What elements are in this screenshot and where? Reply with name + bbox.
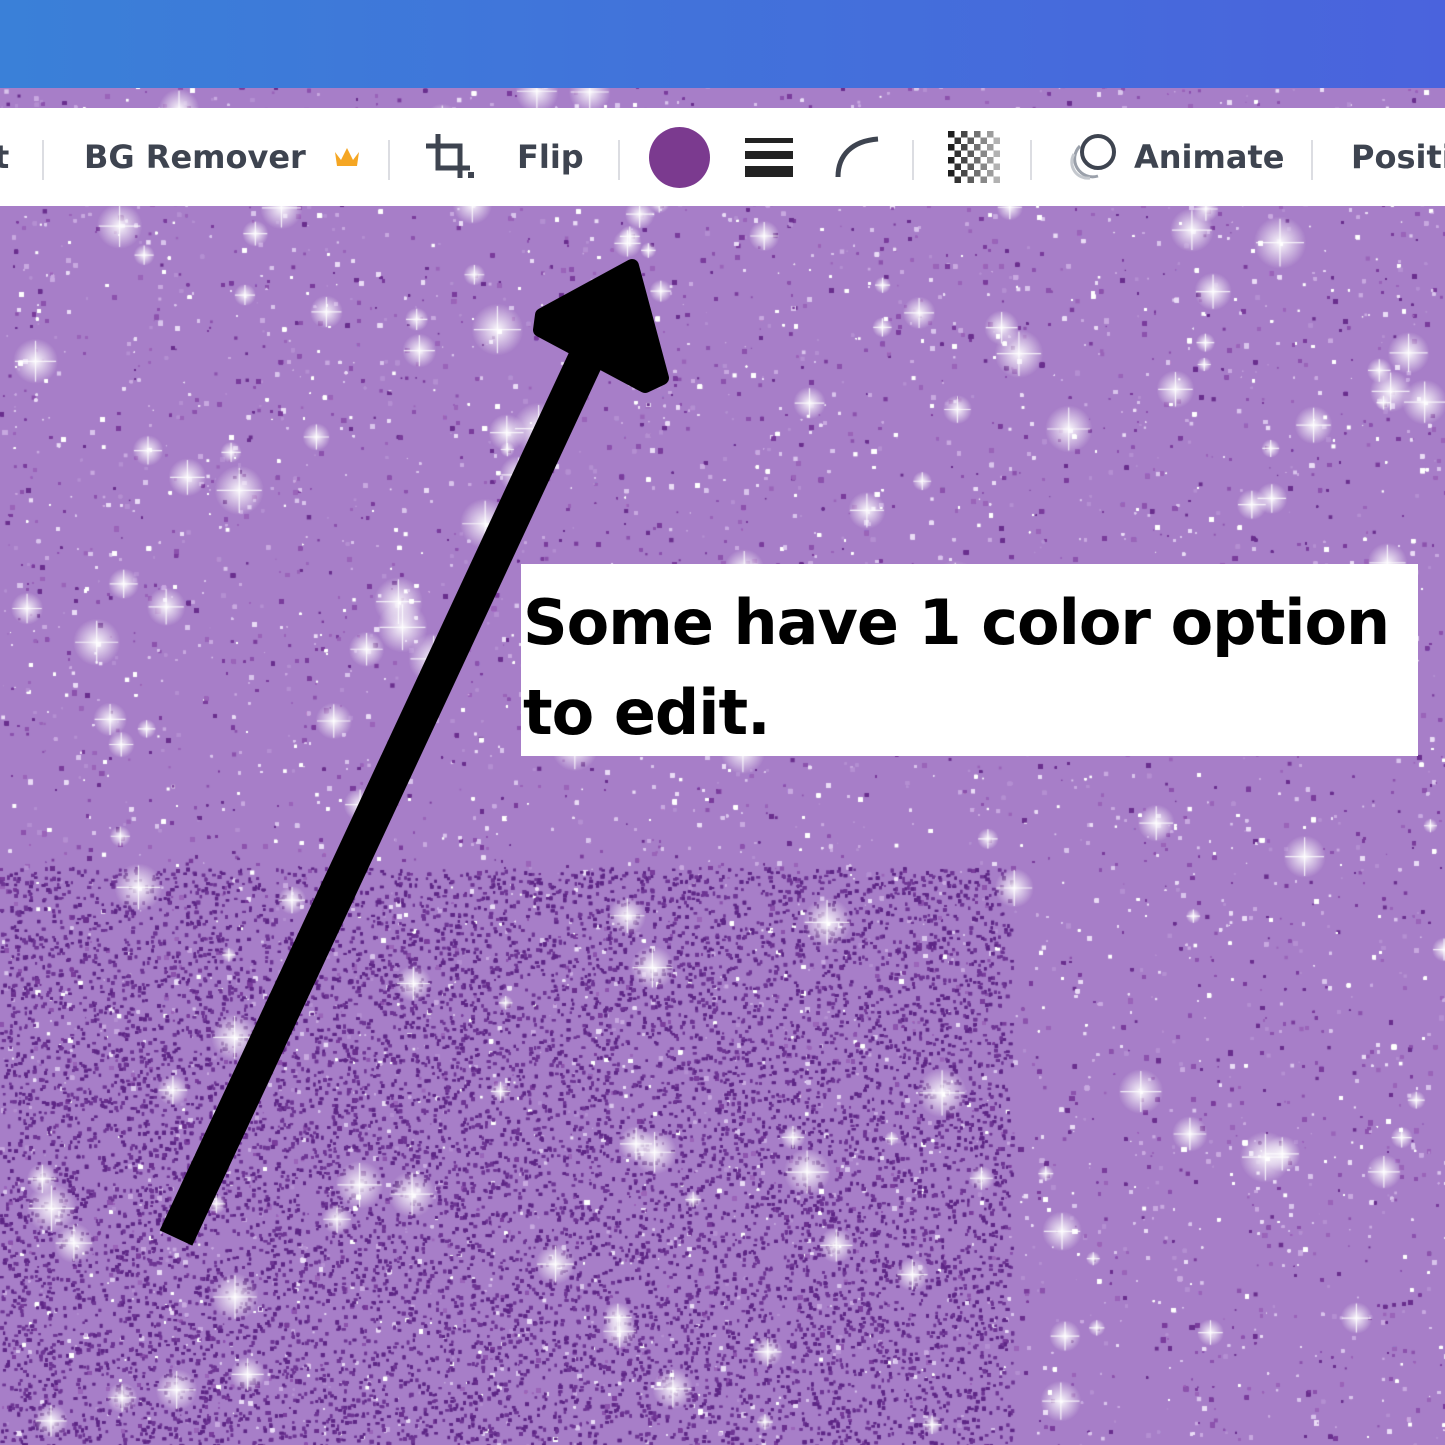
animate-button[interactable]: Animate [1068, 108, 1284, 206]
position-button[interactable]: Positi [1351, 108, 1445, 206]
corner-rounding-icon [834, 135, 880, 179]
canvas-stage: t BG Remover Flip Animate Positi Some ha… [0, 0, 1445, 1445]
toolbar-divider [42, 140, 44, 180]
crop-button[interactable] [424, 108, 476, 206]
flip-button[interactable]: Flip [517, 108, 584, 206]
callout-text-box: Some have 1 color option to edit. [521, 564, 1418, 756]
bg-remover-button[interactable]: BG Remover [84, 108, 362, 206]
animate-label: Animate [1134, 138, 1285, 176]
animate-icon [1068, 132, 1118, 182]
border-style-button[interactable] [745, 108, 793, 206]
element-toolbar: t BG Remover Flip Animate Positi [0, 108, 1445, 206]
border-style-icon [745, 136, 793, 178]
toolbar-divider [1311, 140, 1313, 180]
toolbar-divider [912, 140, 914, 180]
transparency-button[interactable] [948, 108, 1000, 206]
toolbar-divider [618, 140, 620, 180]
transparency-icon [948, 131, 1000, 183]
color-swatch [649, 126, 710, 188]
toolbar-divider [1030, 140, 1032, 180]
callout-text: Some have 1 color option to edit. [523, 586, 1390, 749]
bg-remover-label: BG Remover [84, 138, 306, 176]
color-swatch-button[interactable] [649, 108, 710, 206]
app-top-bar [0, 0, 1445, 88]
toolbar-divider [388, 140, 390, 180]
crop-icon [424, 132, 476, 182]
corner-rounding-button[interactable] [834, 108, 880, 206]
crown-icon [332, 144, 362, 170]
toolbar-partial-item[interactable]: t [0, 108, 9, 206]
